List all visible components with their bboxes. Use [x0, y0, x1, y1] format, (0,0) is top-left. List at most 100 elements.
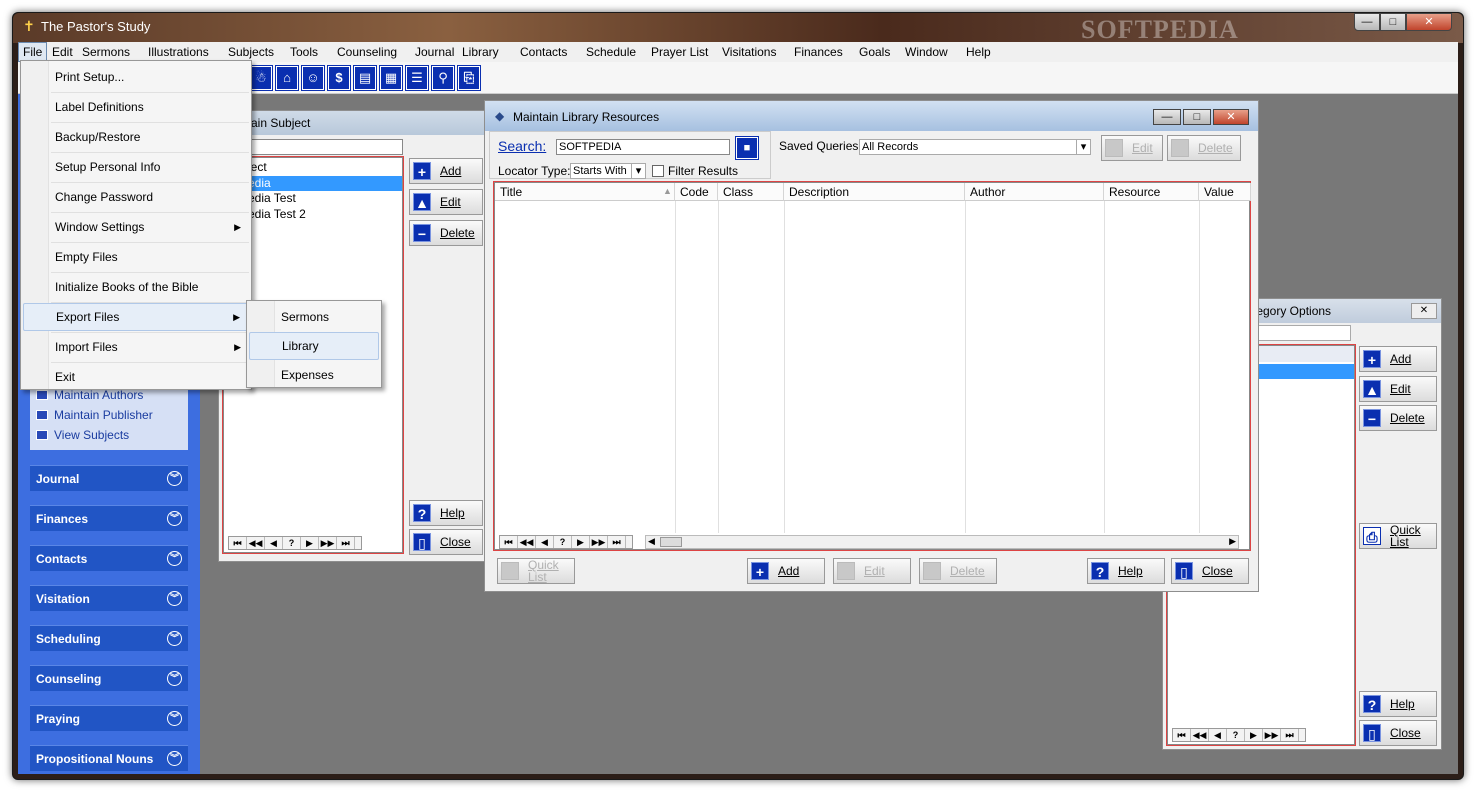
menu-file[interactable]: File [18, 42, 48, 62]
subject-close-button[interactable]: ▯ Close [409, 529, 483, 555]
people-icon[interactable]: ☺ [301, 65, 325, 91]
nav-button-1[interactable]: ◀◀ [247, 537, 265, 549]
menu-item-import-files[interactable]: Import Files ▶ [23, 333, 249, 361]
scroll-right-icon[interactable]: ▶ [1229, 536, 1236, 547]
grid-icon[interactable]: ▦ [379, 65, 403, 91]
menu-item-initialize-books-of-the-bible[interactable]: Initialize Books of the Bible [23, 273, 249, 301]
menu-finances[interactable]: Finances [790, 42, 847, 62]
category-help-button[interactable]: ? Help [1359, 691, 1437, 717]
locator-type-select[interactable]: Starts With ▾ [570, 163, 646, 179]
column-header-author[interactable]: Author [965, 183, 1104, 201]
library-delete-button[interactable]: Delete [919, 558, 997, 584]
nav-button-2[interactable]: ◀ [1209, 729, 1227, 741]
nav-button-6[interactable]: ⏭ [608, 536, 626, 548]
exit-door-icon[interactable]: ⎘ [457, 65, 481, 91]
chevron-down-icon[interactable]: ︾ [167, 511, 182, 526]
nav-button-5[interactable]: ▶▶ [319, 537, 337, 549]
sidebar-section-visitation[interactable]: Visitation ︾ [30, 585, 188, 611]
person-icon[interactable]: ☃ [249, 65, 273, 91]
dollar-icon[interactable]: $ [327, 65, 351, 91]
subject-delete-button[interactable]: − Delete [409, 220, 483, 246]
menu-item-change-password[interactable]: Change Password [23, 183, 249, 211]
sidebar-section-finances[interactable]: Finances ︾ [30, 505, 188, 531]
menu-contacts[interactable]: Contacts [516, 42, 571, 62]
subject-help-button[interactable]: ? Help [409, 500, 483, 526]
sidebar-link[interactable]: Maintain Publisher [36, 408, 153, 422]
sidebar-section-praying[interactable]: Praying ︾ [30, 705, 188, 731]
menu-item-window-settings[interactable]: Window Settings ▶ [23, 213, 249, 241]
nav-button-6[interactable]: ⏭ [337, 537, 355, 549]
menu-visitations[interactable]: Visitations [718, 42, 780, 62]
home-icon[interactable]: ⌂ [275, 65, 299, 91]
library-close-button-bottom[interactable]: ▯ Close [1171, 558, 1249, 584]
nav-button-4[interactable]: ▶ [301, 537, 319, 549]
library-close-button[interactable]: ✕ [1213, 109, 1249, 125]
nav-button-3[interactable]: ? [1227, 729, 1245, 741]
menu-subjects[interactable]: Subjects [224, 42, 278, 62]
menu-help[interactable]: Help [962, 42, 995, 62]
menu-goals[interactable]: Goals [855, 42, 894, 62]
category-quick-list-button[interactable]: ⎙ Quick List [1359, 523, 1437, 549]
category-search-input[interactable] [1257, 325, 1351, 341]
nav-button-3[interactable]: ? [554, 536, 572, 548]
saved-queries-select[interactable]: All Records ▾ [859, 139, 1091, 155]
query-edit-button[interactable]: Edit [1101, 135, 1163, 161]
nav-button-4[interactable]: ▶ [1245, 729, 1263, 741]
menu-item-print-setup-[interactable]: Print Setup... [23, 63, 249, 91]
sidebar-section-propositional-nouns[interactable]: Propositional Nouns ︾ [30, 745, 188, 771]
sidebar-section-contacts[interactable]: Contacts ︾ [30, 545, 188, 571]
sidebar-section-journal[interactable]: Journal ︾ [30, 465, 188, 491]
column-header-description[interactable]: Description [784, 183, 965, 201]
sidebar-section-counseling[interactable]: Counseling ︾ [30, 665, 188, 691]
nav-button-5[interactable]: ▶▶ [1263, 729, 1281, 741]
export-item-library[interactable]: Library [249, 332, 379, 360]
menu-item-empty-files[interactable]: Empty Files [23, 243, 249, 271]
chevron-down-icon[interactable]: ︾ [167, 471, 182, 486]
nav-button-1[interactable]: ◀◀ [518, 536, 536, 548]
nav-button-6[interactable]: ⏭ [1281, 729, 1299, 741]
subject-edit-button[interactable]: ▲ Edit [409, 189, 483, 215]
library-edit-button[interactable]: Edit [833, 558, 911, 584]
category-record-nav[interactable]: ⏮ ◀◀ ◀? ▶ ▶▶ ⏭ [1172, 728, 1306, 742]
menu-prayer-list[interactable]: Prayer List [647, 42, 712, 62]
subject-record-nav[interactable]: ⏮ ◀◀ ◀? ▶ ▶▶ ⏭ [228, 536, 362, 550]
chevron-down-icon[interactable]: ︾ [167, 551, 182, 566]
horizontal-scrollbar[interactable]: ◀ ▶ [645, 535, 1239, 549]
close-button[interactable]: ✕ [1406, 13, 1452, 31]
column-header-value[interactable]: Value [1199, 183, 1251, 201]
category-add-button[interactable]: + Add [1359, 346, 1437, 372]
search-input[interactable] [556, 139, 730, 155]
nav-button-2[interactable]: ◀ [265, 537, 283, 549]
menu-library[interactable]: Library [458, 42, 503, 62]
chevron-down-icon[interactable]: ︾ [167, 671, 182, 686]
query-delete-button[interactable]: Delete [1167, 135, 1241, 161]
nav-button-0[interactable]: ⏮ [500, 536, 518, 548]
subject-title-bar[interactable]: ntain Subject [219, 111, 485, 135]
chevron-down-icon[interactable]: ︾ [167, 751, 182, 766]
library-maximize-button[interactable]: □ [1183, 109, 1211, 125]
filter-results-checkbox[interactable] [652, 165, 664, 177]
category-close-button[interactable]: ▯ Close [1359, 720, 1437, 746]
document-icon[interactable]: ▤ [353, 65, 377, 91]
menu-item-backup-restore[interactable]: Backup/Restore [23, 123, 249, 151]
library-title-bar[interactable]: ◆ Maintain Library Resources — □ ✕ [485, 101, 1258, 131]
nav-button-0[interactable]: ⏮ [229, 537, 247, 549]
search-people-icon[interactable]: ⚲ [431, 65, 455, 91]
export-item-expenses[interactable]: Expenses [249, 361, 379, 389]
menu-tools[interactable]: Tools [286, 42, 322, 62]
menu-item-setup-personal-info[interactable]: Setup Personal Info [23, 153, 249, 181]
column-header-title[interactable]: Title [495, 183, 675, 201]
menu-journal[interactable]: Journal [411, 42, 458, 62]
chevron-down-icon[interactable]: ︾ [167, 591, 182, 606]
library-quick-list-button[interactable]: Quick List [497, 558, 575, 584]
nav-button-5[interactable]: ▶▶ [590, 536, 608, 548]
library-add-button[interactable]: + Add [747, 558, 825, 584]
column-header-resource[interactable]: Resource [1104, 183, 1199, 201]
nav-button-3[interactable]: ? [283, 537, 301, 549]
menu-sermons[interactable]: Sermons [78, 42, 134, 62]
list-icon[interactable]: ☰ [405, 65, 429, 91]
maximize-button[interactable]: □ [1380, 13, 1406, 31]
search-button-icon[interactable]: ■ [735, 136, 759, 160]
library-help-button[interactable]: ? Help [1087, 558, 1165, 584]
menu-schedule[interactable]: Schedule [582, 42, 640, 62]
